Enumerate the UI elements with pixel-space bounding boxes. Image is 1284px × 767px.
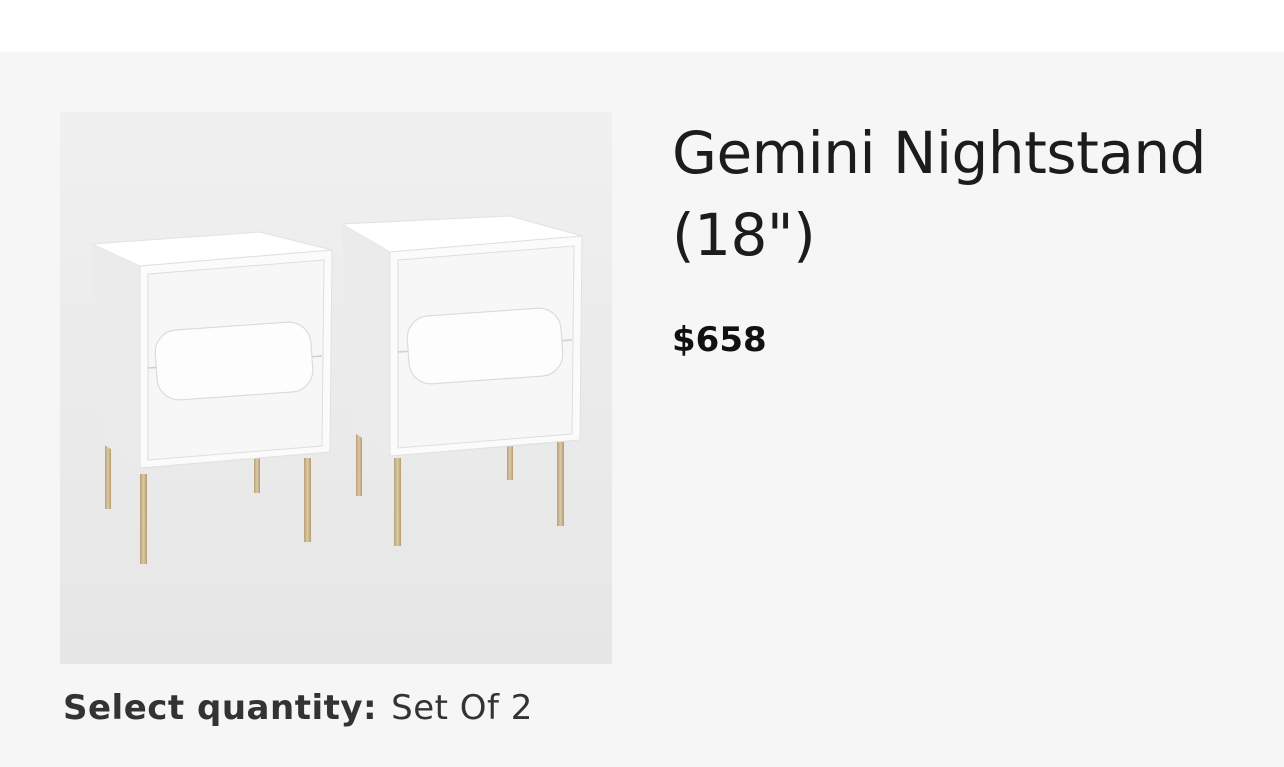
- quantity-label: Select quantity:: [63, 688, 378, 728]
- product-image[interactable]: [60, 112, 612, 664]
- product-title: Gemini Nightstand (18"): [672, 119, 1206, 269]
- quantity-selector[interactable]: Select quantity: Set Of 2: [63, 686, 533, 730]
- nightstand-pair-image: [60, 112, 612, 664]
- top-header-bar: [0, 0, 1284, 52]
- quantity-value[interactable]: Set Of 2: [391, 688, 533, 728]
- product-price: $658: [672, 320, 767, 360]
